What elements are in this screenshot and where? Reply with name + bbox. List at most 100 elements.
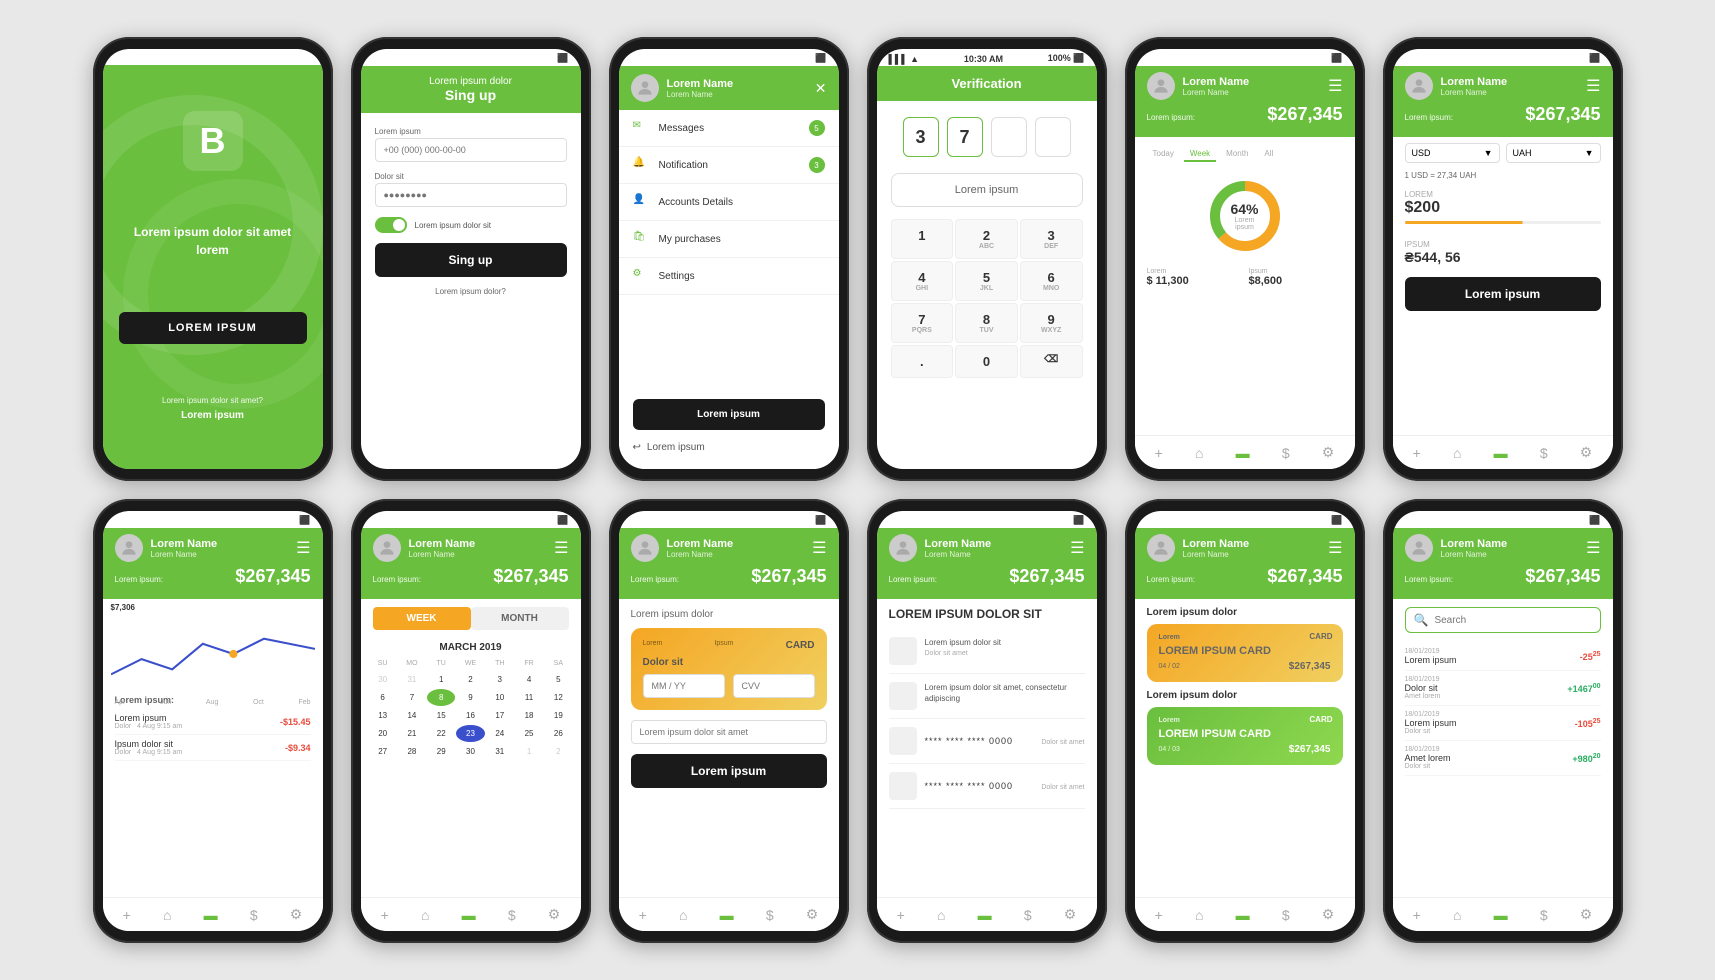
card-name-input[interactable]	[631, 720, 827, 744]
nav-home-7[interactable]: ⌂	[163, 907, 171, 923]
cal-day[interactable]: 1	[427, 671, 455, 688]
hamburger-9[interactable]: ☰	[812, 538, 826, 558]
menu-item-settings[interactable]: ⚙ Settings	[619, 258, 839, 295]
key-9[interactable]: 9WXYZ	[1020, 303, 1083, 343]
cal-day[interactable]: 31	[486, 743, 514, 760]
nav-plus-11[interactable]: +	[1155, 907, 1163, 923]
cardform-button[interactable]: Lorem ipsum	[631, 754, 827, 788]
splash-footer-link[interactable]: Lorem ipsum	[181, 410, 244, 421]
nav-plus-7[interactable]: +	[123, 907, 131, 923]
nav-home-5[interactable]: ⌂	[1195, 445, 1203, 461]
digit-4[interactable]	[1035, 117, 1071, 157]
card-mmyy-input[interactable]	[643, 674, 725, 698]
cal-day[interactable]: 17	[486, 707, 514, 724]
cal-day[interactable]: 15	[427, 707, 455, 724]
nav-home-12[interactable]: ⌂	[1453, 907, 1461, 923]
menu-item-accounts[interactable]: 👤 Accounts Details	[619, 184, 839, 221]
cal-day[interactable]: 3	[486, 671, 514, 688]
tab-month[interactable]: Month	[1220, 147, 1254, 162]
cal-day[interactable]: 9	[456, 689, 484, 706]
hamburger-5[interactable]: ☰	[1328, 76, 1342, 96]
nav-plus-5[interactable]: +	[1155, 445, 1163, 461]
cal-day[interactable]: 28	[398, 743, 426, 760]
hamburger-12[interactable]: ☰	[1586, 538, 1600, 558]
nav-gear-9[interactable]: ⚙	[806, 906, 819, 923]
key-7[interactable]: 7PQRS	[891, 303, 954, 343]
cal-day[interactable]: 26	[544, 725, 572, 742]
nav-dollar-9[interactable]: $	[766, 907, 774, 923]
cal-day[interactable]: 22	[427, 725, 455, 742]
nav-home-11[interactable]: ⌂	[1195, 907, 1203, 923]
cal-day[interactable]: 4	[515, 671, 543, 688]
cal-day[interactable]: 21	[398, 725, 426, 742]
hamburger-6[interactable]: ☰	[1586, 76, 1600, 96]
key-1[interactable]: 1	[891, 219, 954, 259]
nav-home-6[interactable]: ⌂	[1453, 445, 1461, 461]
cal-day[interactable]: 13	[369, 707, 397, 724]
key-del[interactable]: ⌫	[1020, 345, 1083, 378]
card-cvv-input[interactable]	[733, 674, 815, 698]
key-2[interactable]: 2ABC	[955, 219, 1018, 259]
cal-day[interactable]: 10	[486, 689, 514, 706]
nav-gear-11[interactable]: ⚙	[1322, 906, 1335, 923]
nav-dollar-5[interactable]: $	[1282, 445, 1290, 461]
toggle-switch[interactable]	[375, 217, 407, 233]
nav-dollar-8[interactable]: $	[508, 907, 516, 923]
digit-3[interactable]	[991, 117, 1027, 157]
cal-day[interactable]: 1	[515, 743, 543, 760]
key-0[interactable]: 0	[955, 345, 1018, 378]
forgot-link[interactable]: Lorem ipsum dolor?	[375, 287, 567, 296]
hamburger-11[interactable]: ☰	[1328, 538, 1342, 558]
nav-cards-10[interactable]: ▬	[978, 907, 992, 923]
signup-button[interactable]: Sing up	[375, 243, 567, 277]
key-5[interactable]: 5JKL	[955, 261, 1018, 301]
nav-cards-5[interactable]: ▬	[1236, 445, 1250, 461]
hamburger-8[interactable]: ☰	[554, 538, 568, 558]
nav-gear-8[interactable]: ⚙	[548, 906, 561, 923]
currency-button[interactable]: Lorem ipsum	[1405, 277, 1601, 311]
key-dot[interactable]: .	[891, 345, 954, 378]
menu-item-purchases[interactable]: 🛍 My purchases	[619, 221, 839, 258]
nav-home-8[interactable]: ⌂	[421, 907, 429, 923]
cal-day[interactable]: 5	[544, 671, 572, 688]
key-3[interactable]: 3DEF	[1020, 219, 1083, 259]
nav-gear-7[interactable]: ⚙	[290, 906, 303, 923]
cal-day[interactable]: 16	[456, 707, 484, 724]
key-6[interactable]: 6MNO	[1020, 261, 1083, 301]
nav-gear-12[interactable]: ⚙	[1580, 906, 1593, 923]
password-input[interactable]	[375, 183, 567, 207]
amount-slider[interactable]	[1405, 221, 1601, 224]
cal-day[interactable]: 30	[369, 671, 397, 688]
menu-logout-link[interactable]: ↩ Lorem ipsum	[633, 438, 825, 457]
cal-day[interactable]: 31	[398, 671, 426, 688]
nav-home-9[interactable]: ⌂	[679, 907, 687, 923]
cal-day[interactable]: 25	[515, 725, 543, 742]
key-4[interactable]: 4GHI	[891, 261, 954, 301]
nav-cards-7[interactable]: ▬	[204, 907, 218, 923]
nav-cards-12[interactable]: ▬	[1494, 907, 1508, 923]
cal-day[interactable]: 24	[486, 725, 514, 742]
cal-day[interactable]: 14	[398, 707, 426, 724]
tab-week[interactable]: Week	[1184, 147, 1216, 162]
nav-plus-9[interactable]: +	[639, 907, 647, 923]
digit-2[interactable]: 7	[947, 117, 983, 157]
nav-dollar-6[interactable]: $	[1540, 445, 1548, 461]
cal-day-selected[interactable]: 23	[456, 725, 484, 742]
cal-day[interactable]: 27	[369, 743, 397, 760]
usd-select[interactable]: USD▼	[1405, 143, 1500, 163]
nav-plus-12[interactable]: +	[1413, 907, 1421, 923]
nav-dollar-12[interactable]: $	[1540, 907, 1548, 923]
logout-button[interactable]: Lorem ipsum	[633, 399, 825, 430]
tab-month-cal[interactable]: MONTH	[471, 607, 569, 630]
cal-day[interactable]: 30	[456, 743, 484, 760]
nav-plus-6[interactable]: +	[1413, 445, 1421, 461]
cal-day[interactable]: 29	[427, 743, 455, 760]
splash-button[interactable]: LOREM IPSUM	[119, 312, 307, 344]
tab-today[interactable]: Today	[1147, 147, 1180, 162]
cal-day[interactable]: 18	[515, 707, 543, 724]
cal-day[interactable]: 19	[544, 707, 572, 724]
tab-week-cal[interactable]: WEEK	[373, 607, 471, 630]
cal-day[interactable]: 7	[398, 689, 426, 706]
nav-plus-8[interactable]: +	[381, 907, 389, 923]
nav-dollar-11[interactable]: $	[1282, 907, 1290, 923]
